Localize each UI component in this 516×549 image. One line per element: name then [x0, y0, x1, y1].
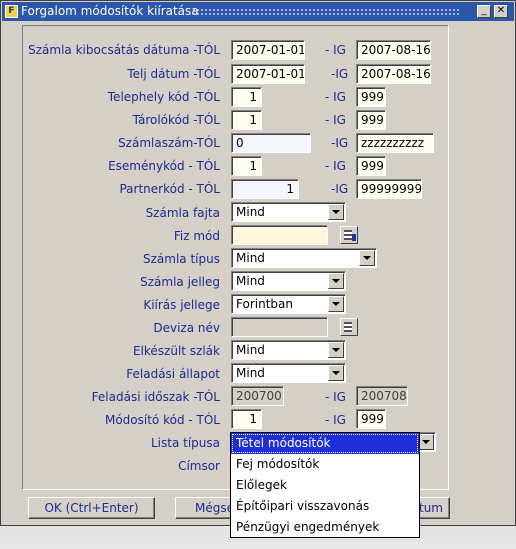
szamla-tipus-select[interactable]: Mind	[231, 248, 377, 268]
chevron-down-icon[interactable]	[328, 296, 344, 312]
label-szamla-tipus: Számla típus	[143, 252, 220, 266]
title-bar-pattern	[192, 8, 460, 15]
label-szamla-jelleg: Számla jelleg	[140, 275, 220, 289]
dropdown-option[interactable]: Pénzügyi engedmények	[231, 517, 419, 538]
feladasi-allapot-select[interactable]: Mind	[231, 363, 346, 383]
szamla-kibocsatas-from-input[interactable]: 2007-01-01	[231, 40, 305, 60]
feladasi-allapot-value: Mind	[236, 366, 265, 380]
ig-label: -IG	[331, 182, 349, 196]
list-marker-icon	[352, 234, 356, 241]
label-szamlaszam: Számlaszám-TÓL	[118, 136, 220, 150]
label-modosito-kod: Módosító kód - TÓL	[104, 413, 220, 427]
label-esemeny: Eseménykód - TÓL	[108, 159, 220, 173]
szamla-jelleg-select[interactable]: Mind	[231, 271, 346, 291]
esemeny-from-input[interactable]: 1	[231, 156, 262, 176]
list-lines-icon	[344, 230, 352, 240]
szamla-tipus-value: Mind	[236, 251, 265, 265]
ig-label: - IG	[325, 90, 346, 104]
label-elkeszult: Elkészült szlák	[132, 344, 220, 358]
label-szamla-fajta: Számla fajta	[145, 206, 220, 220]
ig-label: - IG	[325, 113, 346, 127]
telephely-from-input[interactable]: 1	[231, 87, 262, 107]
feladasi-idoszak-from-input[interactable]: 200700	[231, 386, 284, 406]
list-of-values-icon[interactable]	[340, 318, 358, 336]
window-title: Forgalom módosítók kiíratása	[21, 4, 199, 18]
ig-label: - IG	[325, 390, 346, 404]
dropdown-option[interactable]: Tétel módosítók	[231, 433, 419, 454]
szamlaszam-to-input[interactable]: zzzzzzzzzz	[356, 133, 434, 153]
close-icon[interactable]: ✕	[494, 5, 508, 18]
elkeszult-select[interactable]: Mind	[231, 340, 346, 360]
title-bar[interactable]: F Forgalom módosítók kiíratása _ ✕	[2, 2, 514, 21]
szamla-jelleg-value: Mind	[236, 274, 265, 288]
label-feladasi-allapot: Feladási állapot	[126, 367, 220, 381]
label-deviza-nev: Deviza név	[153, 321, 220, 335]
dropdown-option[interactable]: Fej módosítók	[231, 454, 419, 475]
telj-datum-to-input[interactable]: 2007-08-16	[356, 64, 431, 84]
chevron-down-icon[interactable]	[328, 342, 344, 358]
label-telj-datum: Telj dátum -TÓL	[127, 67, 220, 81]
feladasi-idoszak-to-input[interactable]: 200708	[356, 386, 408, 406]
partner-to-input[interactable]: 99999999	[356, 179, 422, 199]
list-lines-icon	[344, 322, 352, 332]
kiiras-jellege-select[interactable]: Forintban	[231, 294, 346, 314]
app-icon: F	[5, 5, 18, 18]
ig-label: -IG	[331, 136, 349, 150]
minimize-icon[interactable]: _	[477, 5, 491, 18]
tarolo-from-input[interactable]: 1	[231, 110, 262, 130]
dropdown-option[interactable]: Építőipari visszavonás	[231, 496, 419, 517]
lista-tipusa-dropdown-list: Tétel módosítók Fej módosítók Előlegek É…	[230, 432, 420, 538]
szamla-kibocsatas-to-input[interactable]: 2007-08-16	[356, 40, 431, 60]
label-kiiras-jellege: Kiírás jellege	[143, 298, 220, 312]
ig-label: - IG	[325, 43, 346, 57]
elkeszult-value: Mind	[236, 343, 265, 357]
szamla-fajta-select[interactable]: Mind	[231, 202, 346, 222]
partner-from-input[interactable]: 1	[231, 179, 299, 199]
deviza-nev-input[interactable]	[231, 317, 328, 337]
label-feladasi-idoszak: Feladási időszak -TÓL	[91, 390, 220, 404]
label-tarolo: Tárolókód -TÓL	[132, 113, 220, 127]
ig-label: - IG	[325, 413, 346, 427]
label-partner: Partnerkód - TÓL	[119, 182, 220, 196]
esemeny-to-input[interactable]: 999	[356, 156, 386, 176]
ig-label: - IG	[325, 159, 346, 173]
kiiras-jellege-value: Forintban	[236, 297, 293, 311]
list-of-values-icon[interactable]	[340, 226, 358, 244]
label-lista-tipusa: Lista típusa	[150, 436, 220, 450]
szamla-fajta-value: Mind	[236, 205, 265, 219]
ig-label: -IG	[331, 67, 349, 81]
chevron-down-icon[interactable]	[359, 250, 375, 266]
label-telephely: Telephely kód -TÓL	[107, 90, 220, 104]
chevron-down-icon[interactable]	[328, 204, 344, 220]
chevron-down-icon[interactable]	[328, 273, 344, 289]
modosito-kod-from-input[interactable]: 1	[231, 409, 262, 429]
label-szamla-kibocsatas: Számla kibocsátás dátuma -TÓL	[28, 43, 220, 57]
chevron-down-icon[interactable]	[418, 434, 434, 450]
label-fiz-mod: Fiz mód	[173, 229, 220, 243]
chevron-down-icon[interactable]	[328, 365, 344, 381]
label-cimsor: Címsor	[178, 459, 220, 473]
telephely-to-input[interactable]: 999	[356, 87, 386, 107]
ok-button[interactable]: OK (Ctrl+Enter)	[28, 497, 155, 519]
tarolo-to-input[interactable]: 999	[356, 110, 386, 130]
dropdown-option[interactable]: Előlegek	[231, 475, 419, 496]
telj-datum-from-input[interactable]: 2007-01-01	[231, 64, 305, 84]
fiz-mod-input[interactable]	[231, 225, 328, 245]
szamlaszam-from-input[interactable]: 0	[231, 133, 311, 153]
modosito-kod-to-input[interactable]: 999	[356, 409, 386, 429]
